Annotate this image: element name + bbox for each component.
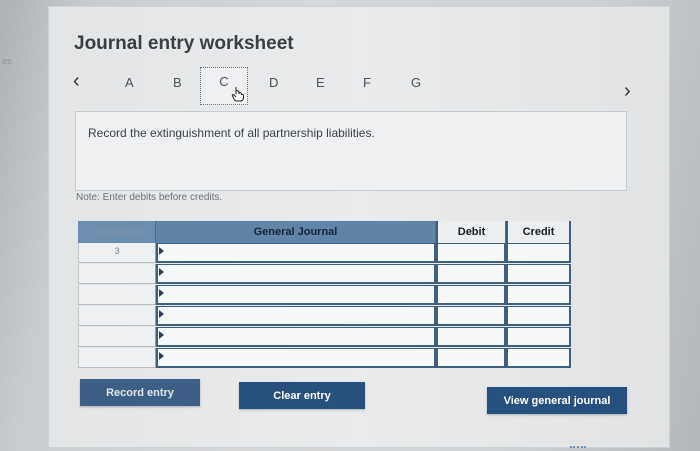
note-text: Note: Enter debits before credits.: [76, 192, 223, 203]
account-select[interactable]: [156, 306, 436, 326]
dropdown-arrow-icon: [159, 268, 164, 276]
header-transaction: Transaction: [78, 221, 156, 243]
hand-pointer-icon: [231, 87, 244, 102]
worksheet-panel: Journal entry worksheet ‹ A B C D E F G …: [48, 6, 670, 448]
tab-b[interactable]: B: [173, 75, 182, 90]
transaction-cell: [78, 285, 156, 305]
tab-c[interactable]: C: [200, 67, 248, 105]
dropdown-arrow-icon: [159, 331, 164, 339]
tab-d[interactable]: D: [269, 75, 278, 90]
tab-c-label: C: [219, 74, 229, 89]
transaction-cell: 3: [78, 243, 156, 263]
dropdown-arrow-icon: [159, 247, 164, 255]
table-row: [78, 348, 571, 368]
account-select[interactable]: [156, 327, 436, 347]
chevron-right-icon[interactable]: ›: [624, 81, 631, 101]
account-select[interactable]: [156, 264, 436, 284]
journal-table: Transaction General Journal Debit Credit…: [78, 221, 571, 371]
header-general-journal: General Journal: [156, 221, 436, 243]
tab-f[interactable]: F: [363, 75, 371, 90]
credit-input[interactable]: [506, 264, 571, 284]
header-credit: Credit: [506, 221, 571, 243]
transaction-cell: [78, 327, 156, 347]
page-dots-indicator: [570, 446, 586, 451]
table-row: [78, 285, 571, 305]
dropdown-arrow-icon: [159, 352, 164, 360]
instruction-text: Record the extinguishment of all partner…: [88, 126, 375, 140]
credit-input[interactable]: [506, 243, 571, 263]
account-select[interactable]: [156, 348, 436, 368]
dropdown-arrow-icon: [159, 310, 164, 318]
view-general-journal-button[interactable]: View general journal: [487, 387, 627, 414]
page-title: Journal entry worksheet: [74, 33, 294, 54]
edge-text: es: [2, 56, 12, 66]
table-row: [78, 264, 571, 284]
table-row: [78, 327, 571, 347]
clear-entry-button[interactable]: Clear entry: [239, 382, 365, 409]
dropdown-arrow-icon: [159, 289, 164, 297]
debit-input[interactable]: [436, 306, 506, 326]
table-row: 3: [78, 243, 571, 263]
chevron-left-icon[interactable]: ‹: [73, 71, 80, 91]
record-entry-button[interactable]: Record entry: [80, 379, 200, 406]
tab-g[interactable]: G: [411, 75, 421, 90]
debit-input[interactable]: [436, 327, 506, 347]
account-select[interactable]: [156, 285, 436, 305]
credit-input[interactable]: [506, 306, 571, 326]
transaction-cell: [78, 264, 156, 284]
credit-input[interactable]: [506, 348, 571, 368]
debit-input[interactable]: [436, 285, 506, 305]
debit-input[interactable]: [436, 264, 506, 284]
transaction-cell: [78, 306, 156, 326]
transaction-cell: [78, 348, 156, 368]
debit-input[interactable]: [436, 348, 506, 368]
header-debit: Debit: [436, 221, 506, 243]
tab-a[interactable]: A: [125, 75, 134, 90]
credit-input[interactable]: [506, 327, 571, 347]
debit-input[interactable]: [436, 243, 506, 263]
account-select[interactable]: [156, 243, 436, 263]
screen: es Journal entry worksheet ‹ A B C D E F…: [0, 0, 700, 451]
transaction-tabs: ‹ A B C D E F G ›: [69, 67, 669, 111]
credit-input[interactable]: [506, 285, 571, 305]
instruction-box: Record the extinguishment of all partner…: [75, 111, 627, 191]
table-row: [78, 306, 571, 326]
tab-e[interactable]: E: [316, 75, 325, 90]
